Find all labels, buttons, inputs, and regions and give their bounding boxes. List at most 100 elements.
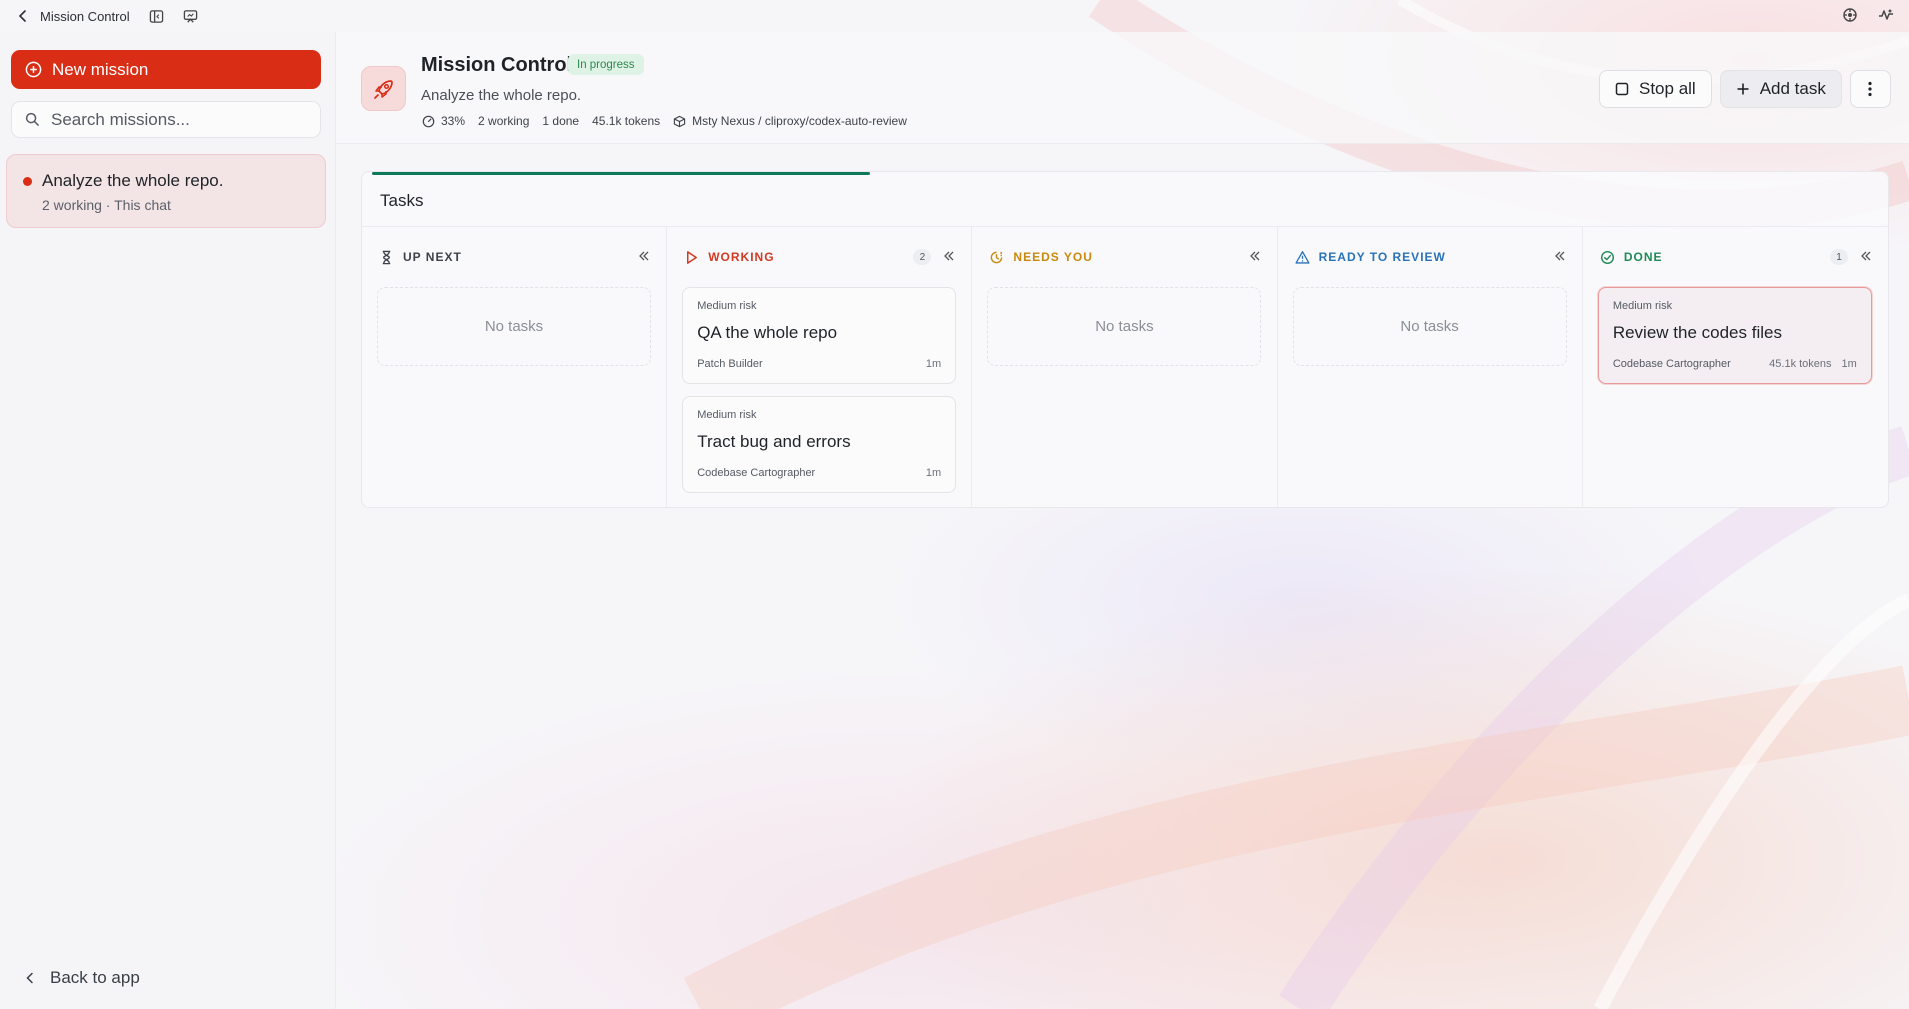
model-name: Msty Nexus / cliproxy/codex-auto-review bbox=[692, 114, 907, 128]
more-options-button[interactable] bbox=[1849, 70, 1891, 108]
task-risk: Medium risk bbox=[697, 300, 757, 312]
column-label: WORKING bbox=[708, 250, 775, 264]
monitor-icon bbox=[183, 9, 198, 23]
task-title: Review the codes files bbox=[1612, 323, 1782, 342]
tokens-stat: 45.1k tokens bbox=[592, 114, 661, 128]
mission-avatar bbox=[361, 66, 406, 111]
column-header: NEEDS YOU bbox=[989, 247, 1262, 267]
chevrons-left-icon bbox=[944, 251, 954, 261]
column-label: UP NEXT bbox=[403, 250, 462, 264]
titlebar-back-button[interactable]: Mission Control bbox=[16, 9, 130, 24]
collapse-column-button[interactable] bbox=[1554, 250, 1568, 264]
column-label: READY TO REVIEW bbox=[1318, 250, 1446, 264]
network-icon bbox=[1843, 8, 1857, 22]
task-card[interactable]: Medium risk Tract bug and errors Codebas… bbox=[682, 396, 957, 493]
column-count-badge: 1 bbox=[1830, 249, 1849, 265]
mission-subtitle: 2 working · This chat bbox=[42, 197, 171, 213]
done-stat: 1 done bbox=[542, 114, 580, 128]
activity-button[interactable] bbox=[1877, 6, 1895, 24]
play-icon bbox=[687, 250, 698, 264]
empty-state: No tasks bbox=[1292, 287, 1567, 366]
task-tokens: 45.1k tokens bbox=[1769, 358, 1832, 370]
task-risk: Medium risk bbox=[697, 409, 757, 421]
new-mission-button[interactable]: New mission bbox=[11, 50, 321, 89]
task-agent: Codebase Cartographer bbox=[697, 467, 816, 479]
presentation-button[interactable] bbox=[182, 7, 200, 25]
plus-icon bbox=[1737, 83, 1749, 95]
column-needs-you: NEEDS YOU No tasks bbox=[972, 227, 1278, 507]
model-stat: Msty Nexus / cliproxy/codex-auto-review bbox=[673, 114, 907, 128]
column-ready-to-review: READY TO REVIEW No tasks bbox=[1278, 227, 1583, 507]
task-risk: Medium risk bbox=[1612, 300, 1673, 312]
task-time: 1m bbox=[925, 358, 942, 370]
mission-description: Analyze the whole repo. bbox=[421, 87, 582, 104]
warning-triangle-icon bbox=[1295, 250, 1310, 264]
column-up-next: UP NEXT No tasks bbox=[362, 227, 668, 507]
page-title: Mission Control bbox=[421, 54, 573, 76]
stop-all-label: Stop all bbox=[1639, 79, 1696, 98]
search-missions-input[interactable] bbox=[51, 109, 311, 130]
column-label: NEEDS YOU bbox=[1013, 250, 1093, 264]
working-stat: 2 working bbox=[478, 114, 530, 128]
activity-icon bbox=[1879, 9, 1893, 20]
title-bar: Mission Control bbox=[0, 0, 1909, 32]
chevrons-left-icon bbox=[639, 251, 649, 261]
task-title: QA the whole repo bbox=[697, 323, 838, 342]
empty-state: No tasks bbox=[987, 287, 1262, 366]
task-agent: Codebase Cartographer bbox=[1612, 358, 1731, 370]
hourglass-icon bbox=[382, 250, 391, 264]
gauge-icon bbox=[422, 115, 435, 127]
mission-header: Mission Control In progress Analyze the … bbox=[336, 32, 1909, 144]
main-panel: Mission Control In progress Analyze the … bbox=[336, 32, 1909, 1009]
collapse-column-button[interactable] bbox=[943, 250, 957, 264]
header-actions: Stop all Add task bbox=[1599, 70, 1891, 108]
task-card[interactable]: Medium risk QA the whole repo Patch Buil… bbox=[682, 287, 957, 384]
task-card-selected[interactable]: Medium risk Review the codes files Codeb… bbox=[1597, 287, 1872, 384]
plus-circle-icon bbox=[25, 61, 42, 78]
sidebar-toggle-icon bbox=[149, 9, 164, 23]
titlebar-title: Mission Control bbox=[40, 8, 130, 24]
check-circle-icon bbox=[1600, 250, 1614, 264]
mission-list-item[interactable]: Analyze the whole repo. 2 working · This… bbox=[6, 154, 326, 228]
add-task-label: Add task bbox=[1759, 79, 1826, 98]
mission-status-dot bbox=[23, 177, 32, 186]
rocket-icon bbox=[373, 79, 393, 99]
column-header: READY TO REVIEW bbox=[1295, 247, 1568, 267]
collapse-column-button[interactable] bbox=[638, 250, 652, 264]
board-columns: UP NEXT No tasks WORKING 2 Medium risk Q… bbox=[362, 227, 1888, 507]
board-title: Tasks bbox=[380, 191, 424, 210]
column-header: UP NEXT bbox=[379, 247, 652, 267]
column-label: DONE bbox=[1623, 250, 1663, 264]
search-icon bbox=[25, 112, 39, 126]
chevrons-left-icon bbox=[1861, 251, 1871, 261]
back-to-app-button[interactable]: Back to app bbox=[24, 968, 140, 988]
chevrons-left-icon bbox=[1554, 251, 1565, 261]
new-mission-label: New mission bbox=[52, 59, 149, 79]
status-badge: In progress bbox=[568, 54, 644, 75]
column-count-badge: 2 bbox=[913, 249, 932, 265]
chevron-left-icon bbox=[18, 10, 26, 22]
column-working: WORKING 2 Medium risk QA the whole repo … bbox=[667, 227, 973, 507]
empty-state: No tasks bbox=[377, 287, 651, 366]
task-time: 1m bbox=[925, 467, 942, 479]
add-task-button[interactable]: Add task bbox=[1719, 70, 1842, 108]
column-header: DONE 1 bbox=[1600, 247, 1874, 267]
mission-progress-fill bbox=[372, 172, 870, 175]
chevrons-left-icon bbox=[1249, 251, 1260, 261]
collapse-column-button[interactable] bbox=[1249, 250, 1263, 264]
clock-alert-icon bbox=[991, 251, 1003, 263]
column-header: WORKING 2 bbox=[684, 247, 957, 267]
progress-stat: 33% bbox=[422, 114, 465, 128]
network-button[interactable] bbox=[1841, 6, 1859, 24]
sidebar: New mission Analyze the whole repo. 2 wo… bbox=[0, 32, 336, 1009]
task-title: Tract bug and errors bbox=[697, 432, 851, 451]
chevron-left-icon bbox=[26, 972, 33, 984]
stop-all-button[interactable]: Stop all bbox=[1599, 70, 1712, 108]
search-box bbox=[11, 101, 321, 138]
sidebar-toggle-button[interactable] bbox=[148, 7, 166, 25]
cube-icon bbox=[673, 115, 686, 127]
more-vertical-icon bbox=[1868, 81, 1872, 97]
collapse-column-button[interactable] bbox=[1860, 250, 1874, 264]
mission-progress-bar bbox=[362, 172, 1888, 175]
progress-percent: 33% bbox=[441, 114, 466, 128]
